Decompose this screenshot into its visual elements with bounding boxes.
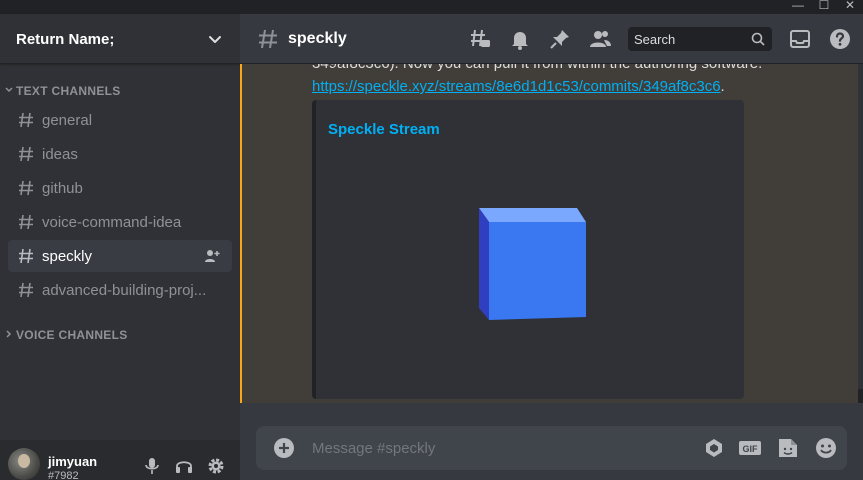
user-tag: #7982 [48,470,79,480]
hash-icon [19,282,33,298]
members-icon[interactable] [588,27,612,51]
message-text: 349af8c3c6). Now you can pull it from wi… [312,64,762,72]
gear-icon[interactable] [206,456,226,476]
speckle-cube-preview[interactable] [471,208,591,328]
help-icon[interactable] [828,27,852,51]
chevron-down-icon[interactable] [206,30,224,48]
channel-header: speckly Search [240,14,863,64]
chat-area: speckly Search https://speckle.xyz/strea… [240,14,863,480]
channel-label: github [42,180,83,197]
inbox-icon[interactable] [788,27,812,51]
gift-icon[interactable] [702,436,726,460]
channel-advanced-building-proj[interactable]: advanced-building-proj... [8,274,232,306]
message-composer: GIF [256,426,847,470]
message-input[interactable] [312,439,692,457]
search-icon [751,32,765,46]
message-scrollbar[interactable] [858,64,863,403]
channel-label: speckly [42,248,93,265]
window-titlebar: — ☐ ✕ [0,0,863,14]
channel-general[interactable]: general [8,104,232,136]
gif-icon[interactable]: GIF [738,436,762,460]
pin-icon[interactable] [548,27,572,51]
hash-icon [19,146,33,162]
user-panel: jimyuan #7982 [0,440,240,480]
add-member-icon[interactable] [204,248,220,264]
channel-label: ideas [42,146,78,163]
close-window-button[interactable]: ✕ [837,0,863,14]
channel-label: voice-command-idea [42,214,182,231]
category-label: TEXT CHANNELS [16,84,121,98]
embed-title[interactable]: Speckle Stream [328,121,440,138]
sticker-icon[interactable] [776,436,800,460]
channel-voice-command-idea[interactable]: voice-command-idea [8,206,232,238]
server-header[interactable]: Return Name; [0,14,240,64]
avatar[interactable] [8,448,40,480]
emoji-icon[interactable] [814,436,838,460]
headphones-icon[interactable] [174,456,194,476]
channel-speckly[interactable]: speckly [8,240,232,272]
hash-icon [19,180,33,196]
threads-icon[interactable] [468,27,492,51]
minimize-button[interactable]: — [785,0,811,14]
bell-icon[interactable] [508,27,532,51]
link-embed: Speckle Stream [312,100,744,399]
message-link-line: https://speckle.xyz/streams/8e6d1d1c53/c… [312,78,725,95]
hash-icon [19,214,33,230]
channel-title: speckly [288,30,347,47]
channel-ideas[interactable]: ideas [8,138,232,170]
hash-icon [19,248,33,264]
channel-sidebar: Return Name; TEXT CHANNELS general ideas… [0,14,240,480]
message-text-tail: . [720,78,725,95]
search-placeholder: Search [634,32,676,47]
channel-label: general [42,112,93,129]
channel-label: advanced-building-proj... [42,282,207,299]
category-text-channels[interactable]: TEXT CHANNELS [0,83,240,99]
category-label: VOICE CHANNELS [16,328,128,342]
maximize-button[interactable]: ☐ [811,0,837,14]
category-voice-channels[interactable]: VOICE CHANNELS [0,327,240,343]
scrollbar-thumb[interactable] [858,389,863,403]
server-name: Return Name; [16,31,115,48]
mention-highlight-bar [240,64,242,403]
username: jimyuan [48,454,98,469]
search-box[interactable]: Search [628,27,772,51]
message-list: 349af8c3c6). Now you can pull it from wi… [240,64,858,403]
hash-icon [259,29,277,49]
channel-github[interactable]: github [8,172,232,204]
chevron-down-icon [5,87,13,93]
microphone-icon[interactable] [142,456,162,476]
svg-text:GIF: GIF [743,444,759,454]
plus-circle-icon[interactable] [272,436,296,460]
commit-link[interactable]: https://speckle.xyz/streams/8e6d1d1c53/c… [312,78,721,95]
chevron-right-icon [6,330,12,338]
hash-icon [19,112,33,128]
